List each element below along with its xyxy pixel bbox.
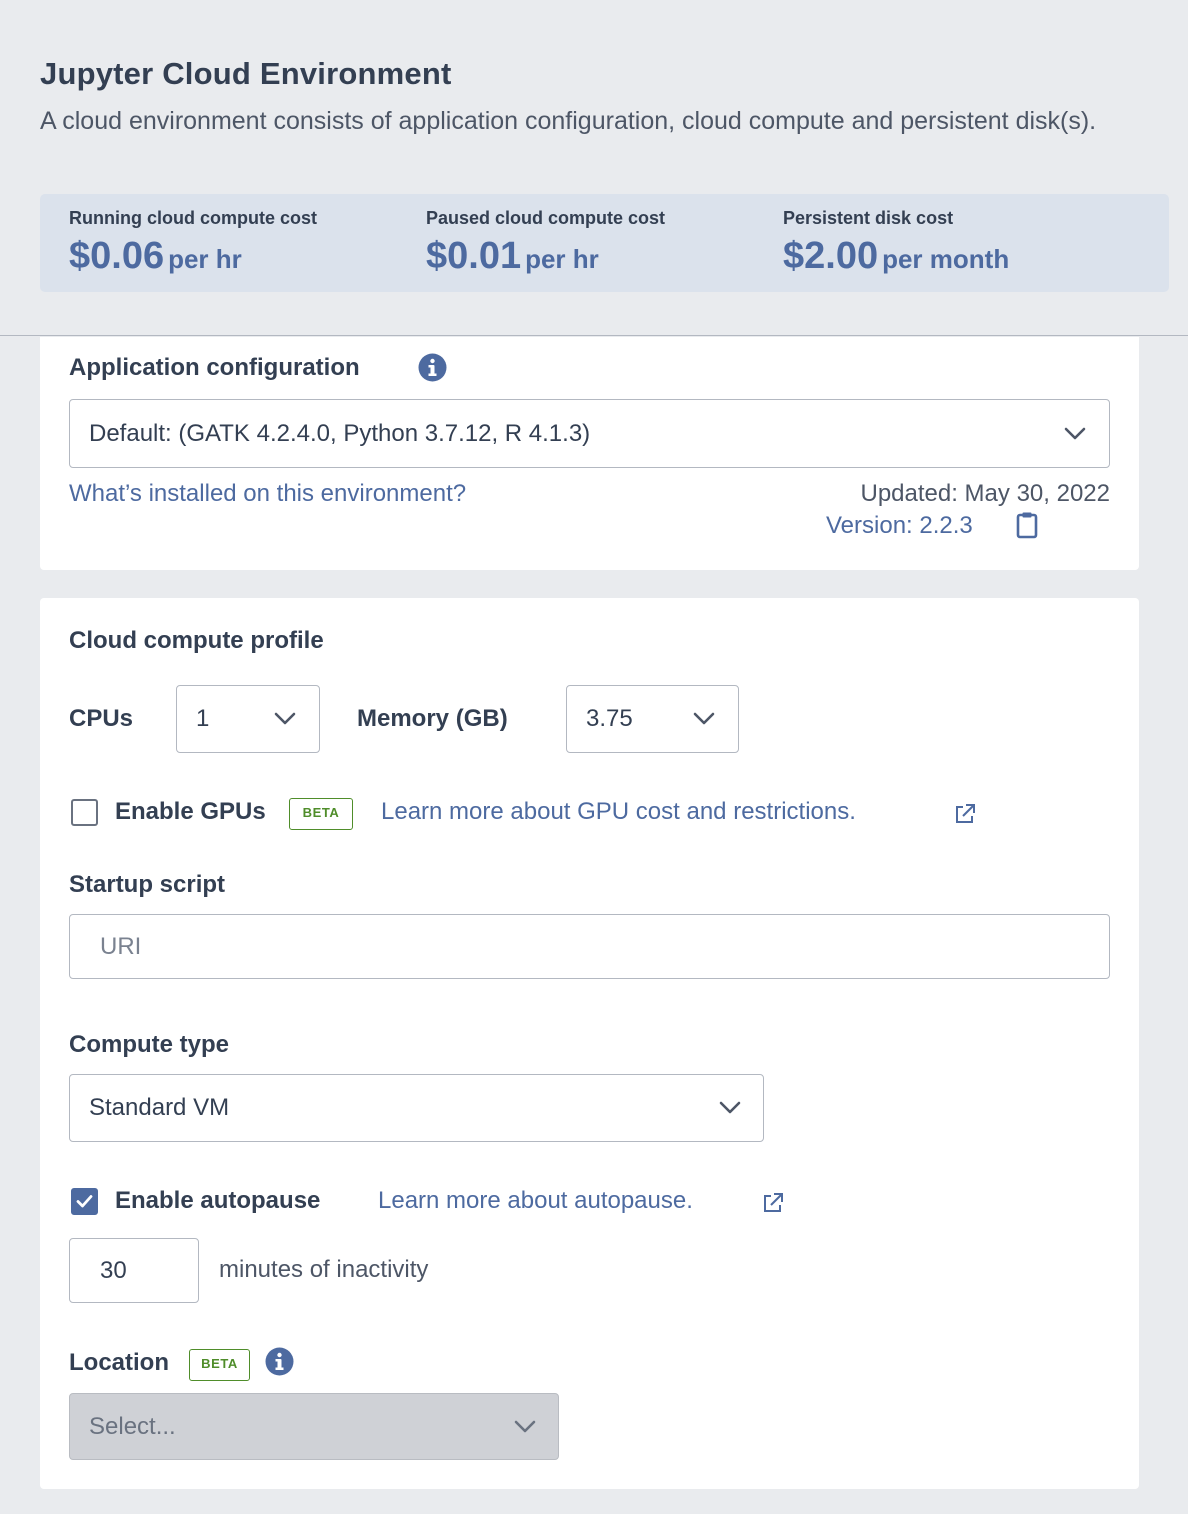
cpus-value: 1: [196, 705, 210, 732]
autopause-minutes-field[interactable]: [70, 1239, 198, 1302]
whats-installed-link[interactable]: What’s installed on this environment?: [69, 480, 466, 508]
cost-label: Persistent disk cost: [783, 208, 954, 228]
compute-type-value: Standard VM: [89, 1094, 230, 1121]
autopause-learn-more-link[interactable]: Learn more about autopause.: [378, 1187, 693, 1215]
app-config-value: Default: (GATK 4.2.4.0, Python 3.7.12, R…: [89, 419, 591, 447]
memory-label: Memory (GB): [357, 705, 508, 732]
beta-badge: BETA: [189, 1349, 250, 1381]
checkmark-icon: [76, 1195, 93, 1208]
enable-autopause-checkbox[interactable]: [71, 1188, 98, 1215]
compute-type-label: Compute type: [69, 1031, 230, 1058]
cloud-compute-card: Cloud compute profile CPUs 1 Memory (GB)…: [40, 598, 1139, 1489]
memory-value: 3.75: [586, 705, 633, 732]
cpus-select[interactable]: 1: [176, 685, 320, 753]
chevron-down-icon: [693, 712, 715, 725]
app-config-select[interactable]: Default: (GATK 4.2.4.0, Python 3.7.12, R…: [69, 399, 1110, 468]
memory-select[interactable]: 3.75: [566, 685, 739, 753]
location-placeholder: Select...: [89, 1412, 176, 1440]
chevron-down-icon: [719, 1101, 741, 1114]
disk-cost: Persistent disk cost $2.00 per month: [783, 208, 1009, 278]
cost-amount: $0.06: [69, 235, 165, 277]
app-config-label: Application configuration: [69, 354, 360, 381]
panel-header: Jupyter Cloud Environment A cloud enviro…: [0, 0, 1188, 336]
startup-script-label: Startup script: [69, 871, 226, 898]
external-link-icon[interactable]: [762, 1192, 784, 1214]
cpus-label: CPUs: [69, 705, 134, 732]
cost-unit: per month: [882, 244, 1010, 274]
page-title: Jupyter Cloud Environment: [40, 56, 452, 91]
startup-script-input[interactable]: [69, 914, 1110, 979]
enable-gpus-checkbox[interactable]: [71, 799, 98, 826]
paused-cost: Paused cloud compute cost $0.01 per hr: [426, 208, 665, 278]
cost-label: Paused cloud compute cost: [426, 208, 666, 228]
location-select[interactable]: Select...: [69, 1393, 559, 1460]
autopause-suffix: minutes of inactivity: [219, 1256, 429, 1283]
chevron-down-icon: [274, 712, 296, 725]
page-subtitle: A cloud environment consists of applicat…: [40, 107, 1097, 135]
clipboard-icon[interactable]: [1016, 511, 1038, 539]
application-config-card: Application configuration Default: (GATK…: [40, 337, 1139, 570]
updated-date: Updated: May 30, 2022: [860, 480, 1110, 507]
running-cost: Running cloud compute cost $0.06 per hr: [69, 208, 317, 278]
external-link-icon[interactable]: [954, 803, 976, 825]
cost-amount: $2.00: [783, 235, 879, 277]
cost-label: Running cloud compute cost: [69, 208, 317, 228]
cost-unit: per hr: [525, 244, 599, 274]
version-text: Version: 2.2.3: [826, 512, 973, 539]
info-icon[interactable]: [265, 1347, 294, 1376]
gpu-learn-more-link[interactable]: Learn more about GPU cost and restrictio…: [381, 798, 856, 826]
cost-summary: Running cloud compute cost $0.06 per hr P…: [40, 194, 1169, 292]
location-label: Location: [69, 1349, 169, 1376]
cost-unit: per hr: [168, 244, 242, 274]
startup-script-field[interactable]: [70, 915, 1109, 978]
compute-profile-title: Cloud compute profile: [69, 627, 324, 654]
info-icon[interactable]: [418, 353, 447, 382]
compute-type-select[interactable]: Standard VM: [69, 1074, 764, 1142]
cost-amount: $0.01: [426, 235, 522, 277]
beta-badge: BETA: [289, 798, 353, 830]
enable-gpus-label: Enable GPUs: [115, 798, 266, 825]
chevron-down-icon: [1064, 427, 1086, 439]
chevron-down-icon: [514, 1420, 536, 1432]
autopause-minutes-input[interactable]: [69, 1238, 199, 1303]
enable-autopause-label: Enable autopause: [115, 1187, 321, 1214]
cloud-environment-panel: Jupyter Cloud Environment A cloud enviro…: [0, 0, 1188, 1514]
